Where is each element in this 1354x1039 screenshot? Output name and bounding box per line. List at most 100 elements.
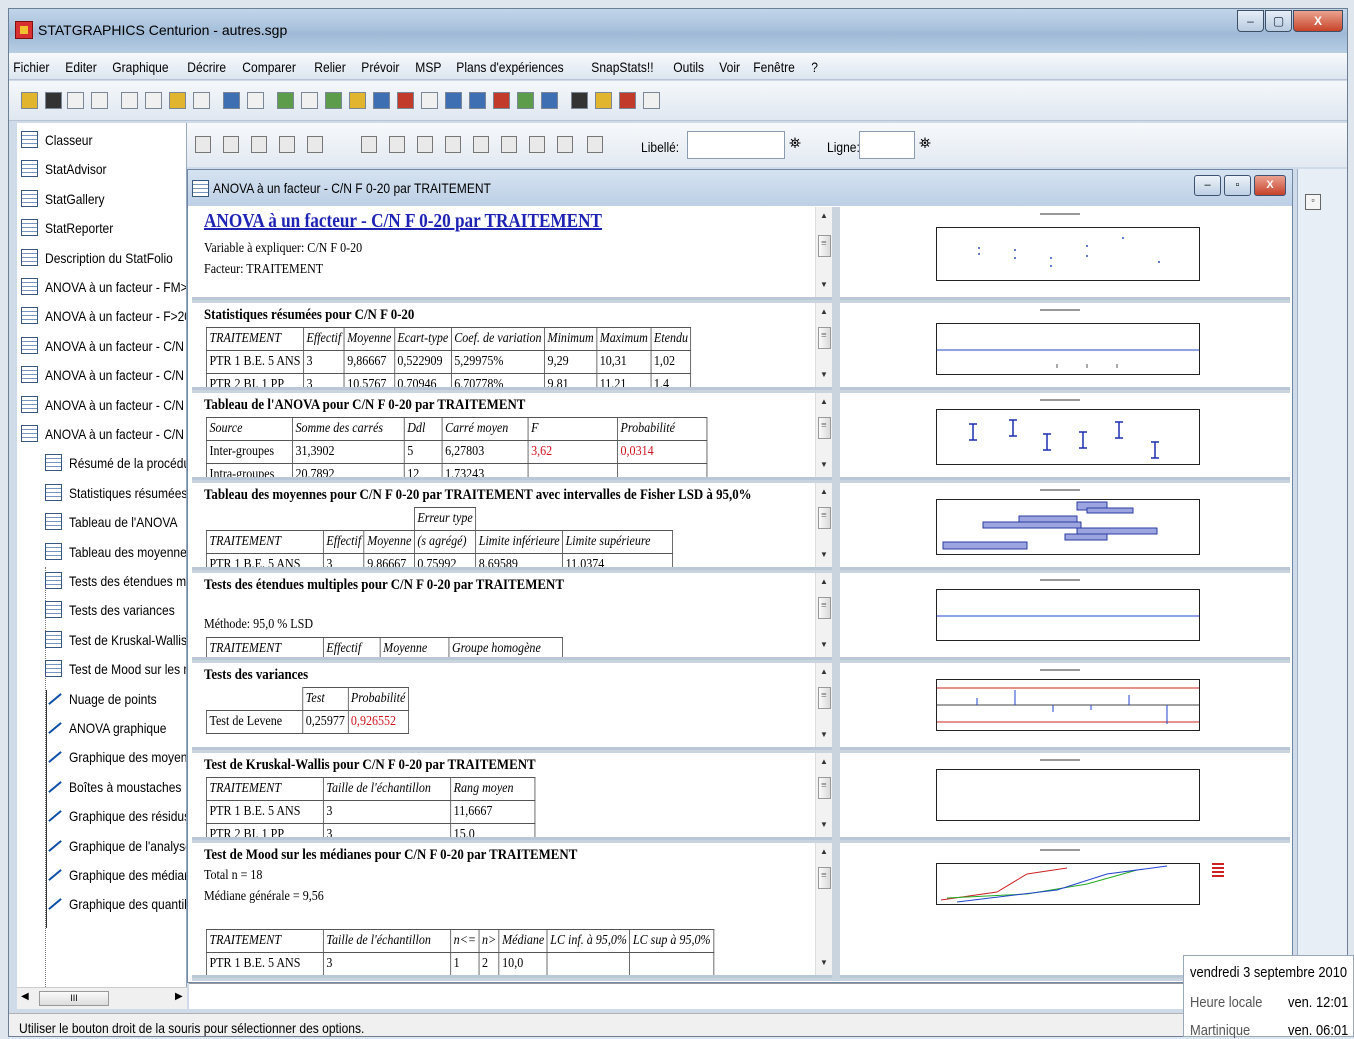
sidebar-item[interactable]: Test de Kruskal-Wallis bbox=[45, 627, 186, 653]
histogram-icon[interactable] bbox=[421, 92, 438, 109]
sidebar-item[interactable]: Statistiques résumées bbox=[45, 480, 186, 506]
pane-scrollbar[interactable]: ▲▼ bbox=[815, 393, 832, 477]
calculator-icon[interactable] bbox=[643, 92, 660, 109]
graph-box-whisker[interactable] bbox=[840, 483, 1290, 570]
restore-icon[interactable]: ▫ bbox=[1305, 194, 1321, 210]
child-close-button[interactable]: X bbox=[1254, 175, 1286, 196]
menu-prevoir[interactable]: Prévoir bbox=[357, 53, 404, 75]
move-icon[interactable] bbox=[417, 136, 433, 153]
binoculars-icon[interactable]: ⛯ bbox=[919, 135, 931, 152]
pane-summary-statistics[interactable]: Statistiques résumées pour C/N F 0-20 TR… bbox=[192, 303, 832, 390]
sidebar-item[interactable]: Tableau de l'ANOVA bbox=[45, 509, 186, 535]
menu-fichier[interactable]: Fichier bbox=[9, 53, 54, 75]
sidebar-item[interactable]: ANOVA à un facteur - C/N Fr bbox=[21, 333, 186, 359]
sidebar-hscrollbar[interactable]: ◀ III ▶ bbox=[17, 987, 187, 1009]
sidebar-item[interactable]: Graphique de l'analyse bbox=[45, 833, 186, 870]
area-chart-icon[interactable] bbox=[517, 92, 534, 109]
graph-residuals[interactable] bbox=[840, 573, 1290, 660]
pane-scrollbar[interactable]: ▲▼ bbox=[815, 663, 832, 747]
sidebar-item[interactable]: StatGallery bbox=[21, 186, 114, 212]
sidebar-item[interactable]: Résumé de la procédur bbox=[45, 450, 186, 476]
graphics-options-icon[interactable] bbox=[361, 136, 377, 153]
sidebar-item[interactable]: ANOVA à un facteur - C/N F> bbox=[21, 392, 186, 418]
pane-scrollbar[interactable]: ▲▼ bbox=[815, 483, 832, 567]
identify-icon[interactable] bbox=[557, 136, 573, 153]
sidebar-item[interactable]: Graphique des médiane bbox=[45, 862, 186, 899]
sidebar-item[interactable]: ANOVA à un facteur - C/N Fr bbox=[21, 362, 186, 388]
sidebar-scroll-thumb[interactable]: III bbox=[39, 991, 109, 1006]
table-icon[interactable] bbox=[301, 92, 318, 109]
menu-msp[interactable]: MSP bbox=[411, 53, 446, 75]
analysis-options-icon[interactable] bbox=[223, 136, 239, 153]
scroll-left-icon[interactable]: ◀ bbox=[21, 991, 29, 1002]
pane-mood-median-test[interactable]: Test de Mood sur les médianes pour C/N F… bbox=[192, 843, 832, 978]
title-bar[interactable]: STATGRAPHICS Centurion - autres.sgp – ▢ … bbox=[9, 9, 1347, 53]
brush-icon[interactable] bbox=[473, 136, 489, 153]
percent-icon[interactable] bbox=[587, 136, 603, 153]
grid-icon[interactable] bbox=[67, 92, 84, 109]
sidebar-item[interactable]: ANOVA graphique bbox=[45, 715, 182, 752]
sidebar-item[interactable]: Graphique des moyenn bbox=[45, 744, 186, 782]
menu-snapstats[interactable]: SnapStats!! bbox=[587, 53, 658, 75]
tables-graphs-icon[interactable] bbox=[251, 136, 267, 153]
minimize-button[interactable]: – bbox=[1237, 10, 1264, 32]
sidebar-item[interactable]: Test de Mood sur les m bbox=[45, 656, 186, 682]
binoculars-icon[interactable]: ⛯ bbox=[789, 135, 801, 152]
pane-kruskal-wallis[interactable]: Test de Kruskal-Wallis pour C/N F 0-20 p… bbox=[192, 753, 832, 840]
child-minimize-button[interactable]: – bbox=[1194, 175, 1221, 196]
sidebar-item[interactable]: Graphique des quantile bbox=[45, 891, 186, 929]
sidebar-item[interactable]: Tests des variances bbox=[45, 597, 186, 623]
menu-help[interactable]: ? bbox=[807, 53, 822, 75]
pane-anova-table[interactable]: Tableau de l'ANOVA pour C/N F 0-20 par T… bbox=[192, 393, 832, 480]
child-restore-button[interactable]: ▫ bbox=[1224, 175, 1251, 196]
multi-chart-icon[interactable] bbox=[469, 92, 486, 109]
menu-comparer[interactable]: Comparer bbox=[238, 53, 300, 75]
pane-variance-tests[interactable]: Tests des variances Test Probabilité Test… bbox=[192, 663, 832, 750]
box-plot-icon[interactable] bbox=[397, 92, 414, 109]
scatter-plot-icon[interactable] bbox=[277, 92, 294, 109]
scroll-right-icon[interactable]: ▶ bbox=[175, 991, 183, 1002]
sidebar-item[interactable]: Graphique des résidus bbox=[45, 803, 186, 841]
sidebar-item[interactable]: Tableau des moyennes bbox=[45, 539, 186, 565]
pane-scrollbar[interactable]: ▲▼ bbox=[815, 573, 832, 657]
reporter-icon[interactable] bbox=[619, 92, 636, 109]
list-icon[interactable] bbox=[445, 92, 462, 109]
print-preview-icon[interactable] bbox=[247, 92, 264, 109]
input-dialog-icon[interactable] bbox=[195, 136, 211, 153]
crosshair-icon[interactable] bbox=[493, 92, 510, 109]
save-icon[interactable] bbox=[45, 92, 62, 109]
pane-summary[interactable]: ANOVA à un facteur - C/N F 0-20 par TRAI… bbox=[192, 207, 832, 300]
pointer-icon[interactable] bbox=[445, 136, 461, 153]
menu-voir[interactable]: Voir bbox=[715, 53, 744, 75]
maximize-button[interactable]: ▢ bbox=[1265, 10, 1292, 32]
window-icon[interactable] bbox=[91, 92, 108, 109]
menu-decrire[interactable]: Décrire bbox=[183, 53, 230, 75]
print-icon[interactable] bbox=[223, 92, 240, 109]
menu-editer[interactable]: Editer bbox=[61, 53, 101, 75]
undo-icon[interactable] bbox=[193, 92, 210, 109]
sidebar-item[interactable]: ANOVA à un facteur - C/N F I bbox=[21, 421, 186, 447]
paste-icon[interactable] bbox=[169, 92, 186, 109]
gallery-icon[interactable] bbox=[595, 92, 612, 109]
copy-icon[interactable] bbox=[145, 92, 162, 109]
exclude-icon[interactable] bbox=[529, 136, 545, 153]
text-annotation-icon[interactable] bbox=[389, 136, 405, 153]
line-chart-icon[interactable] bbox=[373, 92, 390, 109]
sidebar-item[interactable]: StatReporter bbox=[21, 215, 124, 241]
graph-scatterplot[interactable] bbox=[840, 207, 1290, 300]
sidebar-item[interactable]: Nuage de points bbox=[45, 686, 171, 723]
sidebar-item[interactable]: ANOVA à un facteur - F>20% bbox=[21, 303, 186, 329]
cut-icon[interactable] bbox=[121, 92, 138, 109]
menu-outils[interactable]: Outils bbox=[669, 53, 708, 75]
sidebar-item[interactable]: Description du StatFolio bbox=[21, 245, 186, 271]
stats-icon[interactable] bbox=[325, 92, 342, 109]
pane-scrollbar[interactable]: ▲▼ bbox=[815, 303, 832, 387]
sidebar-item[interactable]: ANOVA à un facteur - FM>20 bbox=[21, 274, 186, 300]
column-chart-icon[interactable] bbox=[541, 92, 558, 109]
graph-anova-graphique[interactable] bbox=[840, 303, 1290, 390]
ligne-input[interactable] bbox=[859, 131, 915, 159]
zoom-icon[interactable] bbox=[501, 136, 517, 153]
save-results-icon[interactable] bbox=[307, 136, 323, 153]
menu-plans[interactable]: Plans d'expériences bbox=[452, 53, 568, 75]
menu-fenetre[interactable]: Fenêtre bbox=[749, 53, 799, 75]
